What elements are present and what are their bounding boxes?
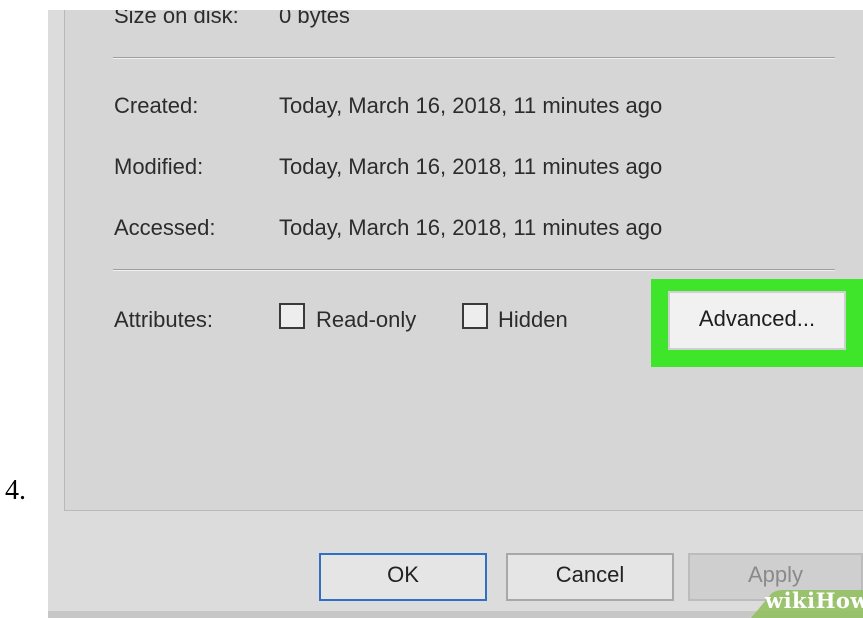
accessed-value: Today, March 16, 2018, 11 minutes ago [279, 215, 663, 240]
watermark-text: wikiHow [765, 588, 863, 613]
advanced-button[interactable]: Advanced... [668, 291, 846, 350]
modified-label: Modified: [114, 154, 204, 179]
hidden-label[interactable]: Hidden [498, 307, 568, 333]
file-properties-dialog: Size on disk: 0 bytes Created: Today, Ma… [48, 10, 863, 618]
divider [113, 269, 835, 271]
cancel-button[interactable]: Cancel [506, 553, 674, 601]
general-tab-panel: Size on disk: 0 bytes Created: Today, Ma… [64, 10, 863, 511]
modified-value: Today, March 16, 2018, 11 minutes ago [279, 154, 663, 179]
created-value: Today, March 16, 2018, 11 minutes ago [279, 93, 663, 118]
wikihow-watermark: wikiHow [751, 588, 863, 618]
size-on-disk-label: Size on disk: [114, 10, 239, 28]
attributes-label: Attributes: [114, 307, 214, 332]
read-only-label[interactable]: Read-only [316, 307, 416, 333]
accessed-label: Accessed: [114, 215, 216, 240]
read-only-checkbox[interactable] [279, 303, 305, 329]
hidden-checkbox[interactable] [462, 303, 488, 329]
step-number: 4. [5, 475, 26, 506]
divider [113, 57, 835, 59]
dialog-bottom-edge [48, 611, 863, 618]
ok-button[interactable]: OK [319, 553, 487, 601]
size-on-disk-value: 0 bytes [279, 10, 350, 28]
created-label: Created: [114, 93, 199, 118]
